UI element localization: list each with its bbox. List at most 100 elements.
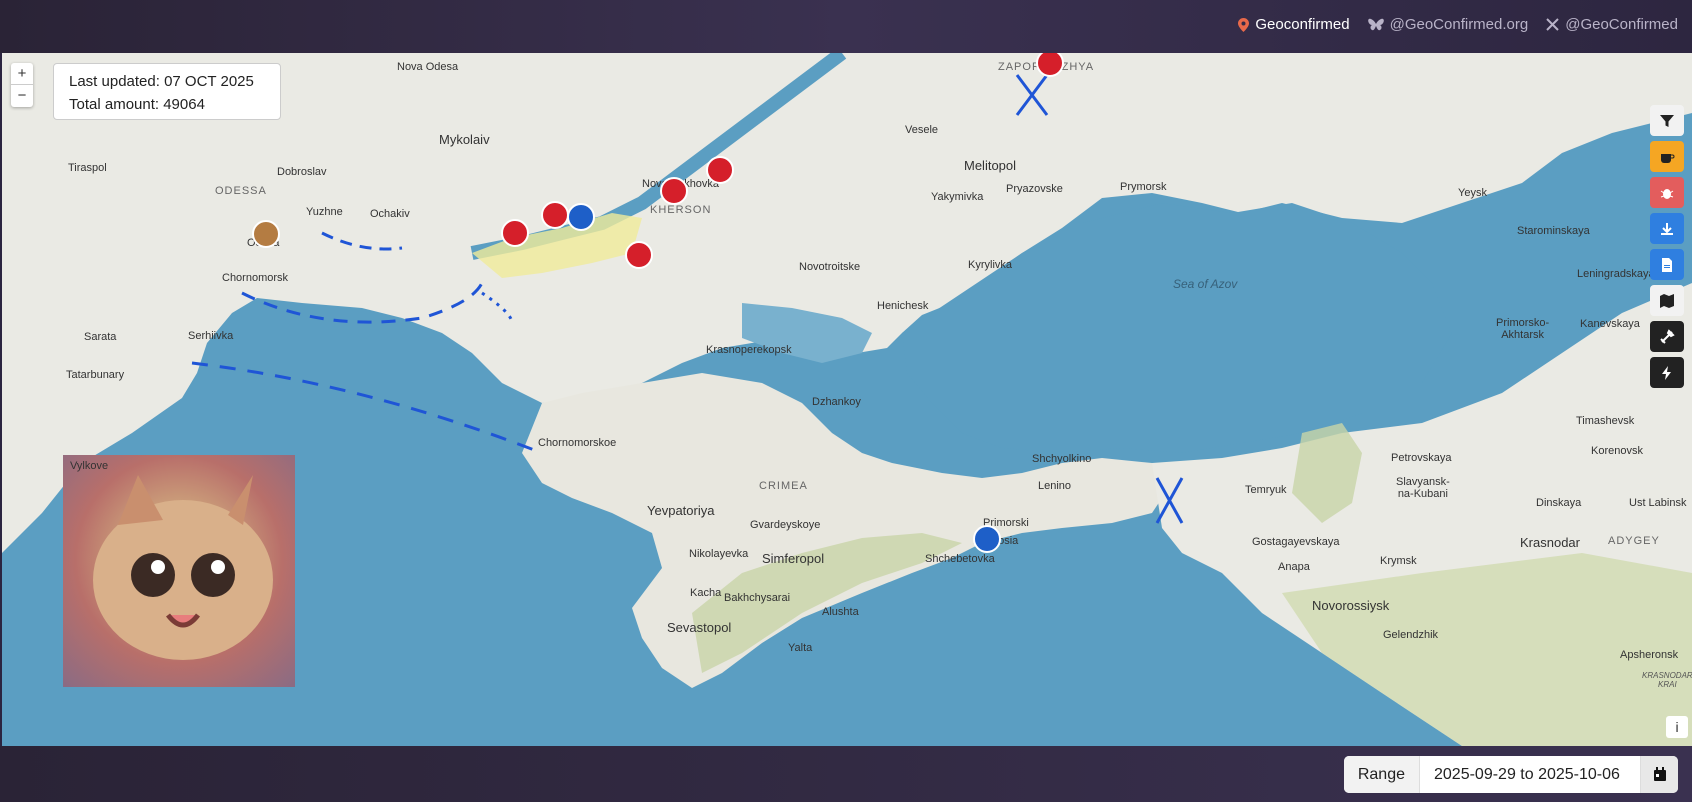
label-pryazovske: Pryazovske — [1006, 183, 1063, 195]
last-updated: Last updated: 07 OCT 2025 — [69, 73, 254, 90]
label-ust-labinsk: Ust Labinsk — [1629, 497, 1687, 509]
map-info-button[interactable]: i — [1666, 716, 1688, 738]
label-sevastopol: Sevastopol — [667, 620, 732, 635]
label-ochakiv: Ochakiv — [370, 208, 410, 220]
marker-nova-kakhovka[interactable] — [660, 177, 688, 205]
label-slavyansk: Slavyansk- na-Kubani — [1396, 476, 1450, 500]
label-lenino: Lenino — [1038, 480, 1072, 492]
label-krymsk: Krymsk — [1380, 555, 1417, 567]
label-leningradskaya: Leningradskaya — [1577, 268, 1655, 280]
label-novotroitske: Novotroitske — [799, 261, 861, 273]
label-nikolayevka: Nikolayevka — [689, 548, 749, 560]
cat-face-icon — [93, 475, 273, 660]
label-shchebetovka: Shchebetovka — [925, 553, 995, 565]
label-novorossiysk: Novorossiysk — [1312, 598, 1390, 613]
label-serhiivka: Serhiivka — [188, 330, 234, 342]
x-link[interactable]: @GeoConfirmed — [1546, 16, 1678, 33]
marker-oleshky[interactable] — [625, 241, 653, 269]
stats-box: Last updated: 07 OCT 2025 Total amount: … — [53, 63, 281, 120]
label-kacha: Kacha — [690, 587, 722, 599]
label-yeysk: Yeysk — [1458, 187, 1487, 199]
label-adygey: ADYGEY — [1608, 535, 1660, 547]
map-tools-panel — [1650, 105, 1684, 388]
label-apsheronsk: Apsheronsk — [1620, 649, 1679, 661]
label-mykolaiv: Mykolaiv — [439, 132, 490, 147]
calendar-button[interactable] — [1640, 756, 1678, 793]
map-view[interactable]: + − Last updated: 07 OCT 2025 Total amou… — [2, 53, 1692, 746]
label-dzhankoy: Dzhankoy — [812, 396, 861, 408]
tools-button[interactable] — [1650, 321, 1684, 352]
label-kanevskaya: Kanevskaya — [1580, 318, 1640, 330]
label-korenovsk: Korenovsk — [1591, 445, 1643, 457]
marker-kherson-plane[interactable] — [501, 219, 529, 247]
download-button[interactable] — [1650, 213, 1684, 244]
label-yevpatoriya: Yevpatoriya — [647, 503, 715, 518]
label-melitopol: Melitopol — [964, 158, 1017, 173]
label-kyrylivka: Kyrylivka — [968, 259, 1013, 271]
tools-icon — [1660, 328, 1675, 344]
label-krasnodar: Krasnodar — [1520, 535, 1580, 550]
download-icon — [1661, 222, 1673, 235]
lightning-button[interactable] — [1650, 357, 1684, 388]
label-primorsko-akhtarsk: Primorsko- Akhtarsk — [1496, 317, 1550, 341]
date-range-picker[interactable]: Range 2025-09-29 to 2025-10-06 — [1343, 756, 1678, 793]
label-odessa: ODESSA — [215, 185, 267, 197]
bug-button[interactable] — [1650, 177, 1684, 208]
bluesky-handle: @GeoConfirmed.org — [1389, 16, 1529, 33]
label-gostagayevskaya: Gostagayevskaya — [1252, 536, 1340, 548]
label-dobroslav: Dobroslav — [277, 166, 327, 178]
x-handle: @GeoConfirmed — [1565, 16, 1678, 33]
label-petrovskaya: Petrovskaya — [1391, 452, 1452, 464]
label-timashevsk: Timashevsk — [1576, 415, 1635, 427]
bottom-bar: Range 2025-09-29 to 2025-10-06 — [0, 746, 1692, 802]
document-icon — [1662, 257, 1672, 272]
coffee-icon — [1661, 153, 1675, 163]
label-kherson: KHERSON — [650, 204, 712, 216]
marker-kherson-blue[interactable] — [567, 203, 595, 231]
label-anapa: Anapa — [1278, 561, 1310, 573]
bug-icon — [1660, 188, 1674, 199]
map-pin-icon — [1238, 17, 1250, 32]
geoconfirmed-link[interactable]: Geoconfirmed — [1238, 16, 1350, 33]
range-label: Range — [1343, 756, 1420, 793]
label-prymorsk: Prymorsk — [1120, 181, 1167, 193]
zoom-out-button[interactable]: − — [11, 85, 33, 107]
cat-image — [63, 455, 295, 687]
calendar-icon — [1653, 767, 1666, 781]
coffee-button[interactable] — [1650, 141, 1684, 172]
document-button[interactable] — [1650, 249, 1684, 280]
range-input[interactable]: 2025-09-29 to 2025-10-06 — [1420, 756, 1640, 793]
label-tatarbunary: Tatarbunary — [66, 369, 125, 381]
label-simferopol: Simferopol — [762, 551, 825, 566]
label-starominskaya: Starominskaya — [1517, 225, 1590, 237]
label-dinskaya: Dinskaya — [1536, 497, 1582, 509]
label-tiraspol: Tiraspol — [68, 162, 107, 174]
label-krasnoperekopsk: Krasnoperekopsk — [706, 344, 792, 356]
label-krasnodar-krai: KRASNODAR KRAI — [1642, 671, 1692, 689]
marker-dnipro-red[interactable] — [706, 156, 734, 184]
label-shcholkino: Shchyolkino — [1032, 453, 1092, 465]
label-yalta: Yalta — [788, 642, 813, 654]
bluesky-link[interactable]: @GeoConfirmed.org — [1367, 16, 1529, 33]
marker-odesa[interactable] — [252, 220, 280, 248]
geoconfirmed-label: Geoconfirmed — [1255, 16, 1350, 33]
marker-kherson-missile[interactable] — [541, 201, 569, 229]
lightning-icon — [1662, 365, 1671, 380]
total-amount: Total amount: 49064 — [69, 96, 205, 113]
label-crimea: CRIMEA — [759, 480, 808, 492]
map-icon — [1660, 293, 1674, 308]
social-links: Geoconfirmed @GeoConfirmed.org @GeoConfi… — [1238, 16, 1678, 33]
label-gvardeyskoye: Gvardeyskoye — [750, 519, 821, 531]
zoom-in-button[interactable]: + — [11, 63, 33, 85]
label-sea-of-azov: Sea of Azov — [1173, 277, 1238, 291]
label-gelendzhik: Gelendzhik — [1383, 629, 1439, 641]
label-henichesk: Henichesk — [877, 300, 929, 312]
marker-feodosia-camera[interactable] — [973, 525, 1001, 553]
map-button[interactable] — [1650, 285, 1684, 316]
label-vesele: Vesele — [905, 124, 939, 136]
label-alushta: Alushta — [822, 606, 859, 618]
label-temryuk: Temryuk — [1245, 484, 1287, 496]
label-sarata: Sarata — [84, 331, 117, 343]
label-nova-odesa: Nova Odesa — [397, 61, 459, 73]
filter-button[interactable] — [1650, 105, 1684, 136]
